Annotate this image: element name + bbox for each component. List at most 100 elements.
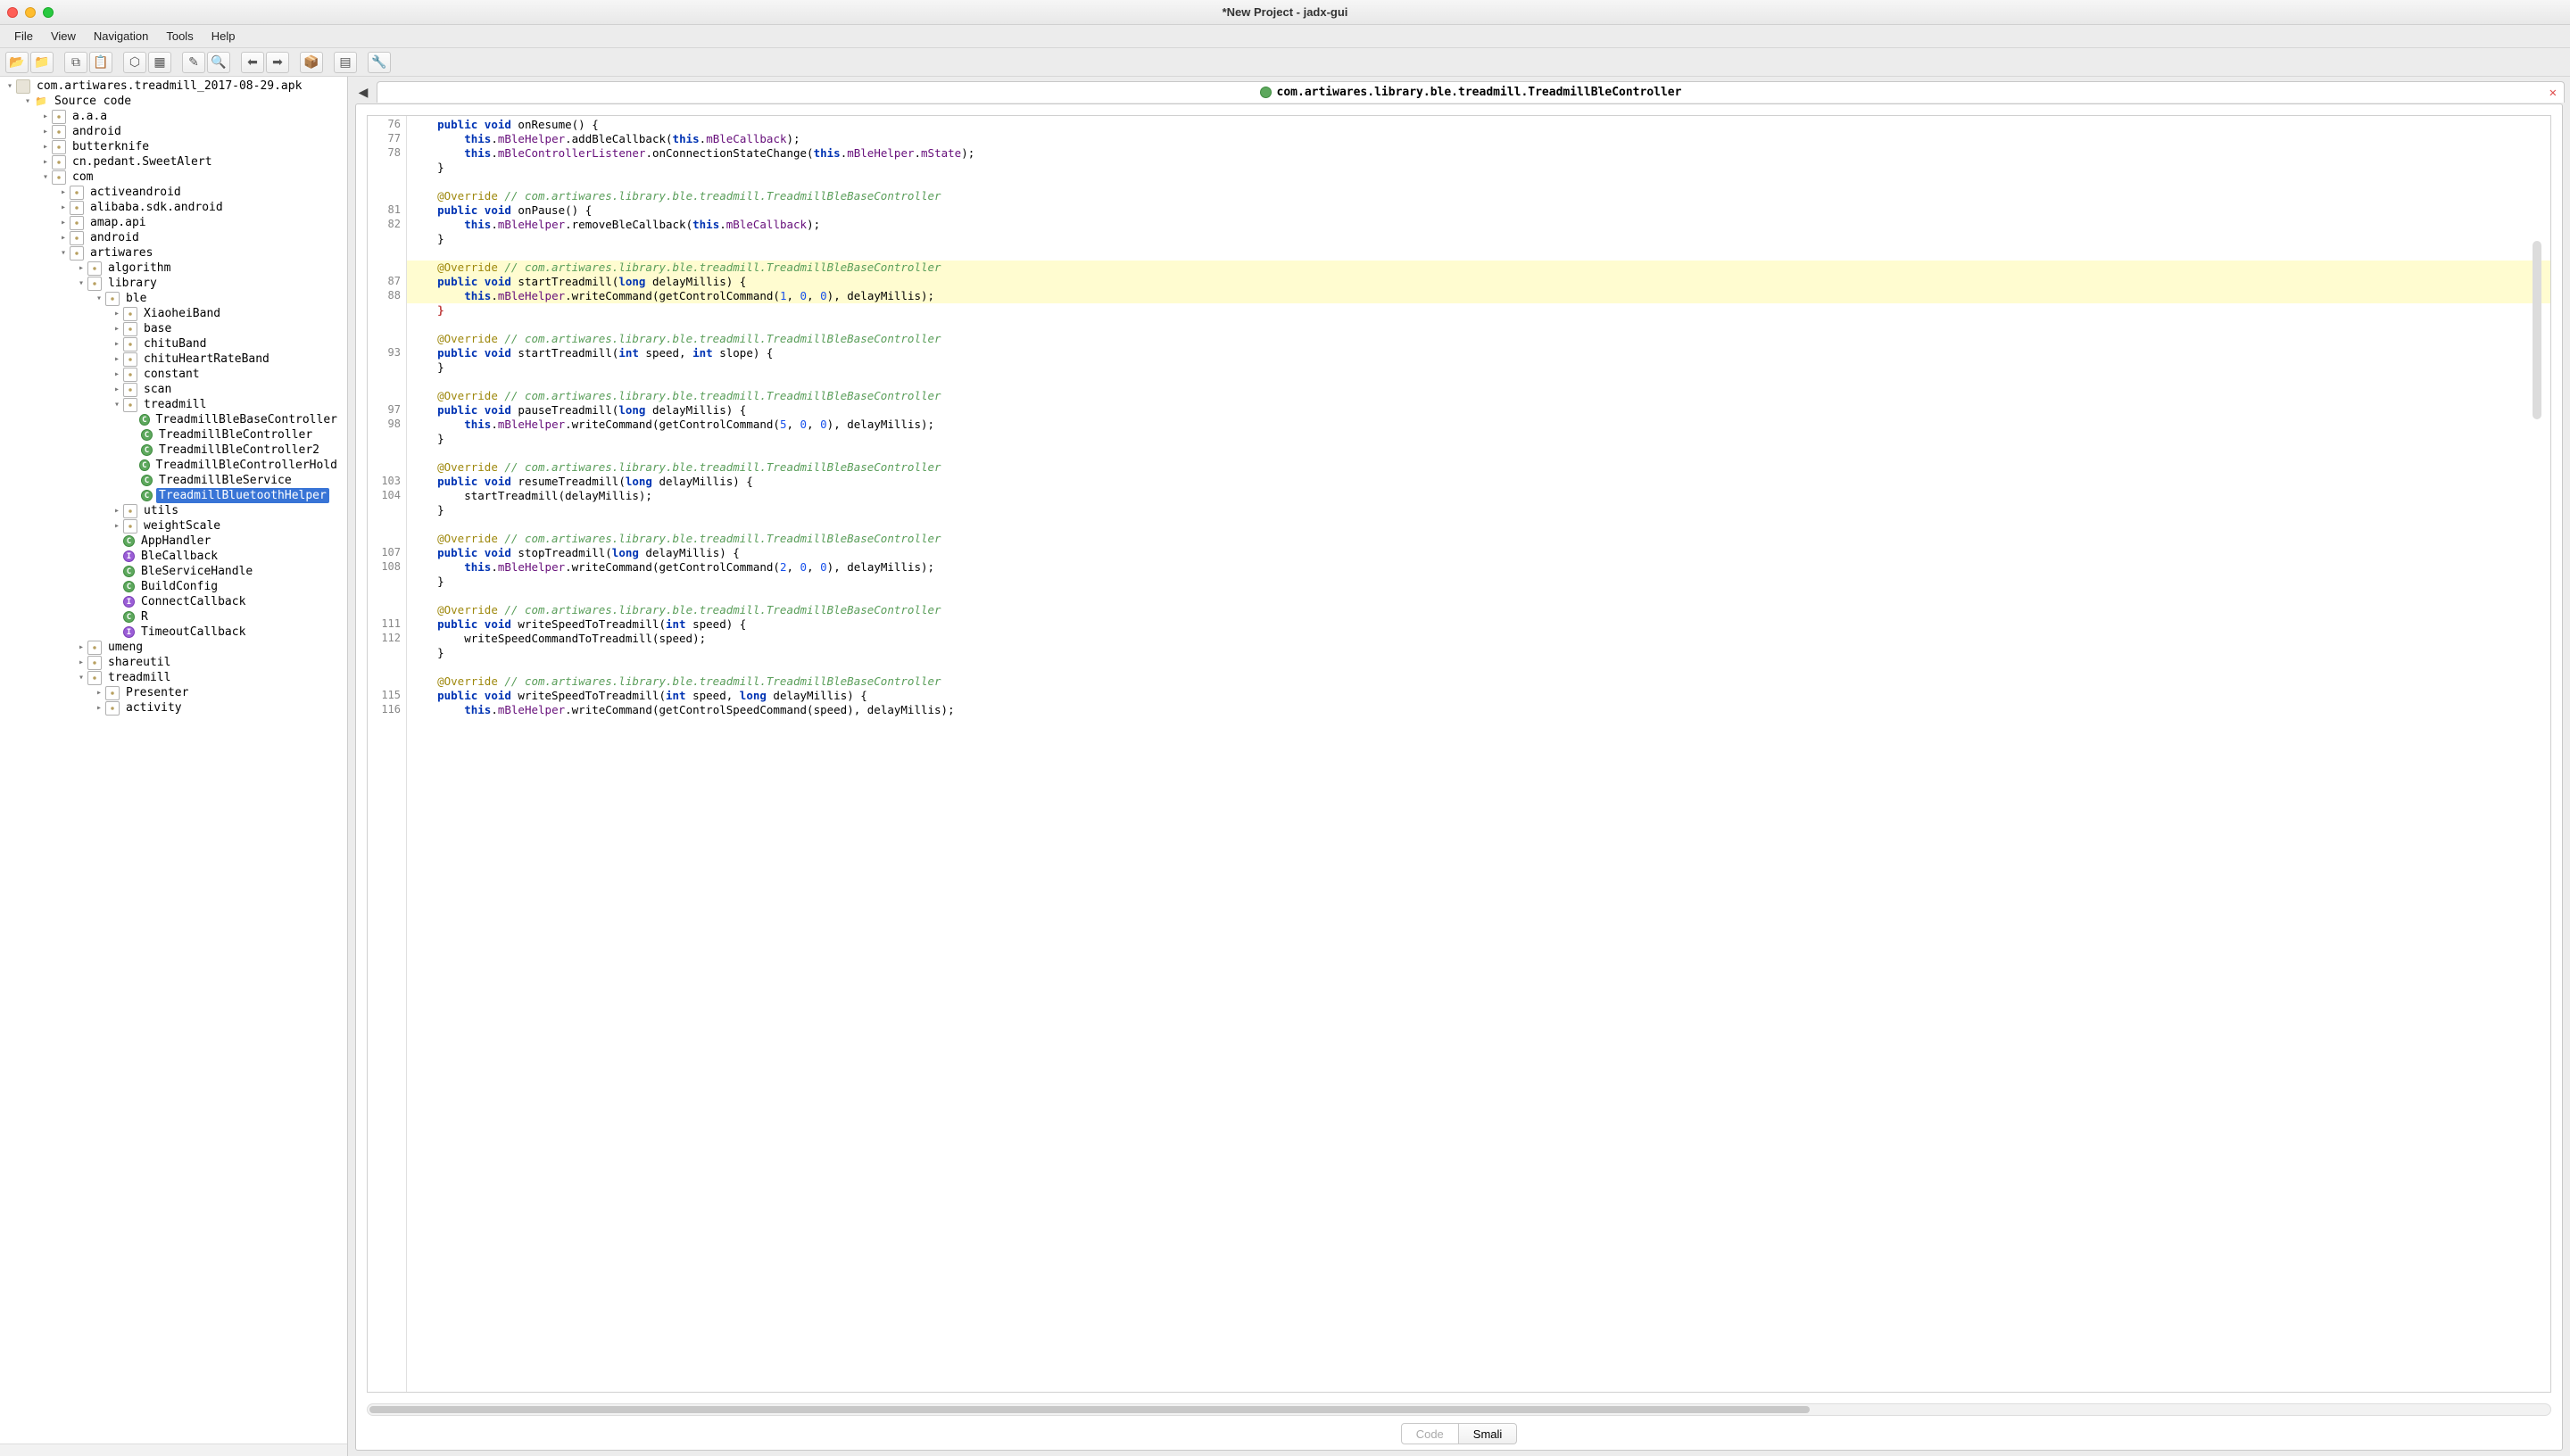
tree-toggle-icon[interactable]: ▸ bbox=[111, 309, 123, 318]
tree-node[interactable]: ▾treadmill bbox=[0, 670, 347, 685]
code-line[interactable]: } bbox=[407, 575, 2550, 589]
tree-toggle-icon[interactable]: ▸ bbox=[57, 203, 70, 212]
code-line[interactable]: public void pauseTreadmill(long delayMil… bbox=[407, 403, 2550, 418]
code-line[interactable]: @Override // com.artiwares.library.ble.t… bbox=[407, 603, 2550, 617]
tree-toggle-icon[interactable]: ▸ bbox=[111, 339, 123, 349]
code-line[interactable]: } bbox=[407, 161, 2550, 175]
tree-toggle-icon[interactable]: ▸ bbox=[39, 142, 52, 152]
tree-node[interactable]: R bbox=[0, 609, 347, 625]
code-line[interactable]: @Override // com.artiwares.library.ble.t… bbox=[407, 332, 2550, 346]
code-line[interactable]: this.mBleHelper.writeCommand(getControlC… bbox=[407, 560, 2550, 575]
tree-toggle-icon[interactable]: ▸ bbox=[39, 157, 52, 167]
minimize-icon[interactable] bbox=[25, 7, 36, 18]
tree-label[interactable]: com.artiwares.treadmill_2017-08-29.apk bbox=[34, 79, 304, 94]
tree-toggle-icon[interactable]: ▾ bbox=[39, 172, 52, 182]
tree-toggle-icon[interactable]: ▸ bbox=[93, 703, 105, 713]
tree-node[interactable]: TreadmillBleService bbox=[0, 473, 347, 488]
tree-node[interactable]: ▸activity bbox=[0, 700, 347, 716]
tree-node[interactable]: ▸chituBand bbox=[0, 336, 347, 352]
tree-node[interactable]: ▾library bbox=[0, 276, 347, 291]
tree-node[interactable]: BleCallback bbox=[0, 549, 347, 564]
tree-toggle-icon[interactable]: ▸ bbox=[57, 233, 70, 243]
tree-toggle-icon[interactable]: ▸ bbox=[111, 324, 123, 334]
tree-toggle-icon[interactable]: ▸ bbox=[39, 112, 52, 121]
tree-toggle-icon[interactable]: ▾ bbox=[4, 81, 16, 91]
tree-node[interactable]: ▾artiwares bbox=[0, 245, 347, 261]
tree-toggle-icon[interactable]: ▸ bbox=[111, 354, 123, 364]
tree-node[interactable]: ▸shareutil bbox=[0, 655, 347, 670]
code-line[interactable]: writeSpeedCommandToTreadmill(speed); bbox=[407, 632, 2550, 646]
tree-label[interactable]: base bbox=[141, 321, 174, 336]
code-line[interactable]: this.mBleHelper.writeCommand(getControlC… bbox=[407, 418, 2550, 432]
code-line[interactable]: } bbox=[407, 432, 2550, 446]
tree-node[interactable]: TimeoutCallback bbox=[0, 625, 347, 640]
code-line[interactable]: this.mBleHelper.addBleCallback(this.mBle… bbox=[407, 132, 2550, 146]
code-line[interactable]: } bbox=[407, 646, 2550, 660]
tree-node[interactable]: ▸algorithm bbox=[0, 261, 347, 276]
paste-icon[interactable]: 📋 bbox=[89, 52, 112, 73]
tab-smali[interactable]: Smali bbox=[1459, 1423, 1518, 1444]
tree-label[interactable]: library bbox=[105, 276, 160, 291]
tree-label[interactable]: TreadmillBleController bbox=[156, 427, 315, 443]
tree-toggle-icon[interactable]: ▾ bbox=[93, 294, 105, 303]
tree-toggle-icon[interactable]: ▸ bbox=[57, 187, 70, 197]
code-line[interactable]: this.mBleControllerListener.onConnection… bbox=[407, 146, 2550, 161]
wrench-icon[interactable]: 🔧 bbox=[368, 52, 391, 73]
tree-label[interactable]: amap.api bbox=[87, 215, 149, 230]
tree-node[interactable]: ▸a.a.a bbox=[0, 109, 347, 124]
code-line[interactable]: public void stopTreadmill(long delayMill… bbox=[407, 546, 2550, 560]
code-view[interactable]: public void onResume() { this.mBleHelper… bbox=[407, 116, 2550, 1392]
code-line[interactable]: public void onResume() { bbox=[407, 118, 2550, 132]
code-line[interactable] bbox=[407, 246, 2550, 261]
tree-toggle-icon[interactable]: ▸ bbox=[111, 521, 123, 531]
editor-hscrollbar[interactable] bbox=[367, 1403, 2551, 1416]
code-line[interactable] bbox=[407, 517, 2550, 532]
tree-label[interactable]: weightScale bbox=[141, 518, 223, 534]
tree-toggle-icon[interactable]: ▸ bbox=[57, 218, 70, 228]
tree-node[interactable]: BuildConfig bbox=[0, 579, 347, 594]
search-icon[interactable]: 🔍 bbox=[207, 52, 230, 73]
tree-label[interactable]: TreadmillBleBaseController bbox=[153, 412, 341, 427]
tree-label[interactable]: ble bbox=[123, 291, 149, 306]
copy-icon[interactable]: ⧉ bbox=[64, 52, 87, 73]
code-line[interactable] bbox=[407, 589, 2550, 603]
tree-label[interactable]: Presenter bbox=[123, 685, 191, 700]
tree-node[interactable]: ▾ com bbox=[0, 170, 347, 185]
tree-label[interactable]: R bbox=[138, 609, 151, 625]
tree-node[interactable]: ▸android bbox=[0, 230, 347, 245]
tree-node[interactable]: TreadmillBleBaseController bbox=[0, 412, 347, 427]
code-line[interactable]: @Override // com.artiwares.library.ble.t… bbox=[407, 674, 2550, 689]
tree-label[interactable]: alibaba.sdk.android bbox=[87, 200, 226, 215]
tree-label[interactable]: android bbox=[70, 124, 124, 139]
close-tab-icon[interactable]: ✕ bbox=[2549, 86, 2557, 100]
code-line[interactable] bbox=[407, 175, 2550, 189]
close-icon[interactable] bbox=[7, 7, 18, 18]
tree-label[interactable]: TreadmillBleService bbox=[156, 473, 294, 488]
tree-label[interactable]: scan bbox=[141, 382, 174, 397]
tab-back-button[interactable]: ◀ bbox=[353, 82, 373, 102]
code-line[interactable] bbox=[407, 318, 2550, 332]
tree-node[interactable]: ▸Presenter bbox=[0, 685, 347, 700]
maximize-icon[interactable] bbox=[43, 7, 54, 18]
code-line[interactable]: public void startTreadmill(int speed, in… bbox=[407, 346, 2550, 360]
code-line[interactable]: @Override // com.artiwares.library.ble.t… bbox=[407, 261, 2550, 275]
tree-label[interactable]: activeandroid bbox=[87, 185, 184, 200]
tree-node[interactable]: ▾ com.artiwares.treadmill_2017-08-29.apk bbox=[0, 79, 347, 94]
code-line[interactable]: public void writeSpeedToTreadmill(int sp… bbox=[407, 689, 2550, 703]
tree-node[interactable]: TreadmillBleController bbox=[0, 427, 347, 443]
tree-label[interactable]: BleServiceHandle bbox=[138, 564, 255, 579]
tree-label[interactable]: Source code bbox=[52, 94, 134, 109]
menu-view[interactable]: View bbox=[42, 26, 85, 46]
tree-node[interactable]: ▾treadmill bbox=[0, 397, 347, 412]
tree-label[interactable]: cn.pedant.SweetAlert bbox=[70, 154, 215, 170]
code-line[interactable]: @Override // com.artiwares.library.ble.t… bbox=[407, 532, 2550, 546]
layout-icon[interactable]: ▤ bbox=[334, 52, 357, 73]
tree-label[interactable]: TreadmillBluetoothHelper bbox=[156, 488, 329, 503]
tree-label[interactable]: shareutil bbox=[105, 655, 173, 670]
tree-node[interactable]: AppHandler bbox=[0, 534, 347, 549]
code-line[interactable] bbox=[407, 660, 2550, 674]
tree-node[interactable]: ▸scan bbox=[0, 382, 347, 397]
tree-label[interactable]: com bbox=[70, 170, 95, 185]
code-line[interactable] bbox=[407, 375, 2550, 389]
code-line[interactable]: this.mBleHelper.writeCommand(getControlC… bbox=[407, 289, 2550, 303]
